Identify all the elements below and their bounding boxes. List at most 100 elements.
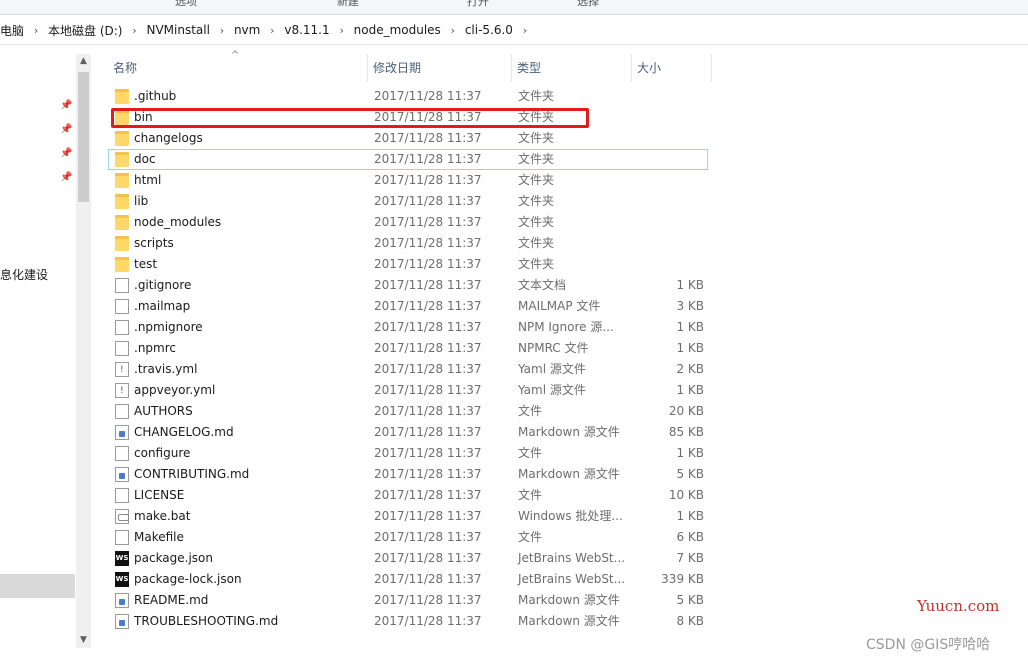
ribbon-select-label[interactable]: 选择 [577,0,599,9]
file-type: Windows 批处理... [518,509,623,523]
file-row[interactable]: README.md 2017/11/28 11:37 Markdown 源文件 5 K… [108,590,708,611]
file-row[interactable]: doc 2017/11/28 11:37 文件夹 [108,149,708,170]
file-row[interactable]: appveyor.yml 2017/11/28 11:37 Yaml 源文件 1 KB [108,380,708,402]
file-name: Makefile [134,530,184,544]
file-type: 文件 [518,530,543,544]
pin-icon[interactable]: 📌 [60,172,72,184]
breadcrumb-item[interactable]: v8.11.1 [279,23,334,37]
file-modified-date: 2017/11/28 11:37 [374,341,482,355]
file-name: .gitignore [134,278,192,292]
file-modified-date: 2017/11/28 11:37 [374,572,482,586]
file-row[interactable]: WS package.json 2017/11/28 11:37 JetBrains … [108,548,708,569]
file-name: doc [134,152,156,166]
file-row[interactable]: CHANGELOG.md 2017/11/28 11:37 Markdown 源文件… [108,422,708,443]
markdown-file-icon [115,593,129,608]
file-modified-date: 2017/11/28 11:37 [374,593,482,607]
file-row[interactable]: WS package-lock.json 2017/11/28 11:37 JetBr… [108,569,708,590]
file-type: 文件夹 [518,152,555,166]
column-header-name[interactable]: 名称 [108,54,368,82]
file-type: Markdown 源文件 [518,593,620,607]
file-row[interactable]: make.bat 2017/11/28 11:37 Windows 批处理... 1 … [108,506,708,527]
file-modified-date: 2017/11/28 11:37 [374,404,482,418]
file-row[interactable]: .npmignore 2017/11/28 11:37 NPM Ignore 源..… [108,317,708,338]
file-row[interactable]: CONTRIBUTING.md 2017/11/28 11:37 Markdown … [108,464,708,485]
file-type: 文件 [518,404,543,418]
breadcrumb-item[interactable]: 电脑 [0,22,29,39]
file-row[interactable]: AUTHORS 2017/11/28 11:37 文件 20 KB [108,401,708,422]
file-modified-date: 2017/11/28 11:37 [374,467,482,481]
chevron-right-icon[interactable]: › [446,24,460,37]
file-row[interactable]: TROUBLESHOOTING.md 2017/11/28 11:37 Markdo… [108,611,708,632]
file-modified-date: 2017/11/28 11:37 [374,236,482,250]
file-type: Yaml 源文件 [518,383,586,397]
chevron-right-icon[interactable]: › [127,24,141,37]
file-icon [115,341,129,356]
breadcrumb: 电脑 › 本地磁盘 (D:) › NVMinstall › nvm › v8.1… [0,16,532,44]
webstorm-file-icon: WS [115,551,129,566]
column-header-type[interactable]: 类型 [512,54,632,82]
nav-selected-item[interactable] [0,574,75,598]
file-name: .npmignore [134,320,203,334]
breadcrumb-item[interactable]: cli-5.6.0 [460,23,518,37]
file-row[interactable]: changelogs 2017/11/28 11:37 文件夹 [108,128,708,149]
column-header-date[interactable]: 修改日期 [368,54,512,82]
file-row[interactable]: lib 2017/11/28 11:37 文件夹 [108,191,708,212]
chevron-right-icon[interactable]: › [265,24,279,37]
file-row[interactable]: Makefile 2017/11/28 11:37 文件 6 KB [108,527,708,548]
file-name: CONTRIBUTING.md [134,467,250,481]
file-row[interactable]: .travis.yml 2017/11/28 11:37 Yaml 源文件 2 KB [108,359,708,381]
breadcrumb-item[interactable]: node_modules [349,23,446,37]
file-type: 文件 [518,446,543,460]
file-name: make.bat [134,509,191,523]
chevron-right-icon[interactable]: › [215,24,229,37]
breadcrumb-item[interactable]: NVMinstall [141,23,214,37]
folder-icon [115,152,129,167]
text-file-icon [115,320,129,335]
file-modified-date: 2017/11/28 11:37 [374,320,482,334]
file-row[interactable]: html 2017/11/28 11:37 文件夹 [108,170,708,191]
address-bar[interactable]: 电脑 › 本地磁盘 (D:) › NVMinstall › nvm › v8.1… [0,16,1028,45]
ribbon-options-label[interactable]: 选项 [175,0,197,9]
chevron-right-icon[interactable]: › [335,24,349,37]
file-name: .travis.yml [134,362,198,376]
file-row[interactable]: .mailmap 2017/11/28 11:37 MAILMAP 文件 3 KB [108,296,708,317]
file-row[interactable]: LICENSE 2017/11/28 11:37 文件 10 KB [108,485,708,506]
file-modified-date: 2017/11/28 11:37 [374,425,482,439]
pin-icon[interactable]: 📌 [60,148,72,160]
file-row[interactable]: configure 2017/11/28 11:37 文件 1 KB [108,443,708,464]
file-modified-date: 2017/11/28 11:37 [374,614,482,628]
file-name: AUTHORS [134,404,193,418]
file-name: configure [134,446,191,460]
file-size: 85 KB [668,425,704,439]
file-row[interactable]: test 2017/11/28 11:37 文件夹 [108,254,708,275]
breadcrumb-item[interactable]: nvm [229,23,265,37]
file-icon [115,530,129,545]
file-row[interactable]: .npmrc 2017/11/28 11:37 NPMRC 文件 1 KB [108,338,708,359]
file-size: 1 KB [676,509,704,523]
pin-icon[interactable]: 📌 [60,100,72,112]
file-size: 8 KB [676,614,704,628]
pin-icon[interactable]: 📌 [60,124,72,136]
scrollbar-thumb[interactable] [78,72,89,202]
nav-scrollbar[interactable]: ▲ ▼ [76,54,91,648]
column-header-size[interactable]: 大小 [632,54,712,82]
file-size: 1 KB [676,383,704,397]
batch-file-icon [115,509,129,524]
file-row[interactable]: .github 2017/11/28 11:37 文件夹 [108,86,708,107]
ribbon-new-label[interactable]: 新建 [337,0,359,9]
breadcrumb-item[interactable]: 本地磁盘 (D:) [43,22,127,39]
yaml-file-icon [115,360,129,381]
scroll-down-icon[interactable]: ▼ [76,633,91,648]
file-row[interactable]: scripts 2017/11/28 11:37 文件夹 [108,233,708,254]
file-icon [115,404,129,419]
file-row[interactable]: node_modules 2017/11/28 11:37 文件夹 [108,212,708,233]
scroll-up-icon[interactable]: ▲ [76,54,91,69]
ribbon-open-label[interactable]: 打开 [467,0,489,9]
nav-item-label[interactable]: 息化建设 [0,266,48,283]
file-name: appveyor.yml [134,383,216,397]
file-row[interactable]: .gitignore 2017/11/28 11:37 文本文档 1 KB [108,275,708,296]
chevron-right-icon[interactable]: › [518,24,532,37]
file-type: Markdown 源文件 [518,425,620,439]
chevron-right-icon[interactable]: › [29,24,43,37]
file-name: TROUBLESHOOTING.md [134,614,279,628]
